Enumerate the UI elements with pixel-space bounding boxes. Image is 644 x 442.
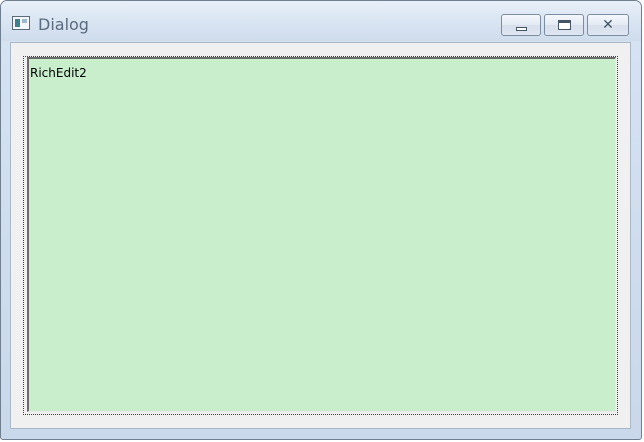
minimize-icon: [516, 27, 527, 31]
close-button[interactable]: ✕: [587, 14, 629, 36]
richedit-control[interactable]: RichEdit2: [27, 57, 616, 412]
dialog-client-area: RichEdit2: [10, 42, 631, 429]
maximize-button[interactable]: [544, 14, 584, 36]
app-window-icon[interactable]: [12, 16, 30, 30]
maximize-icon: [558, 20, 571, 30]
close-icon: ✕: [602, 17, 614, 33]
title-bar[interactable]: Dialog ✕: [1, 1, 641, 41]
richedit-text: RichEdit2: [30, 66, 87, 80]
window-title: Dialog: [38, 15, 89, 34]
dialog-window: Dialog ✕ RichEdit2: [0, 0, 642, 440]
minimize-button[interactable]: [501, 14, 541, 36]
